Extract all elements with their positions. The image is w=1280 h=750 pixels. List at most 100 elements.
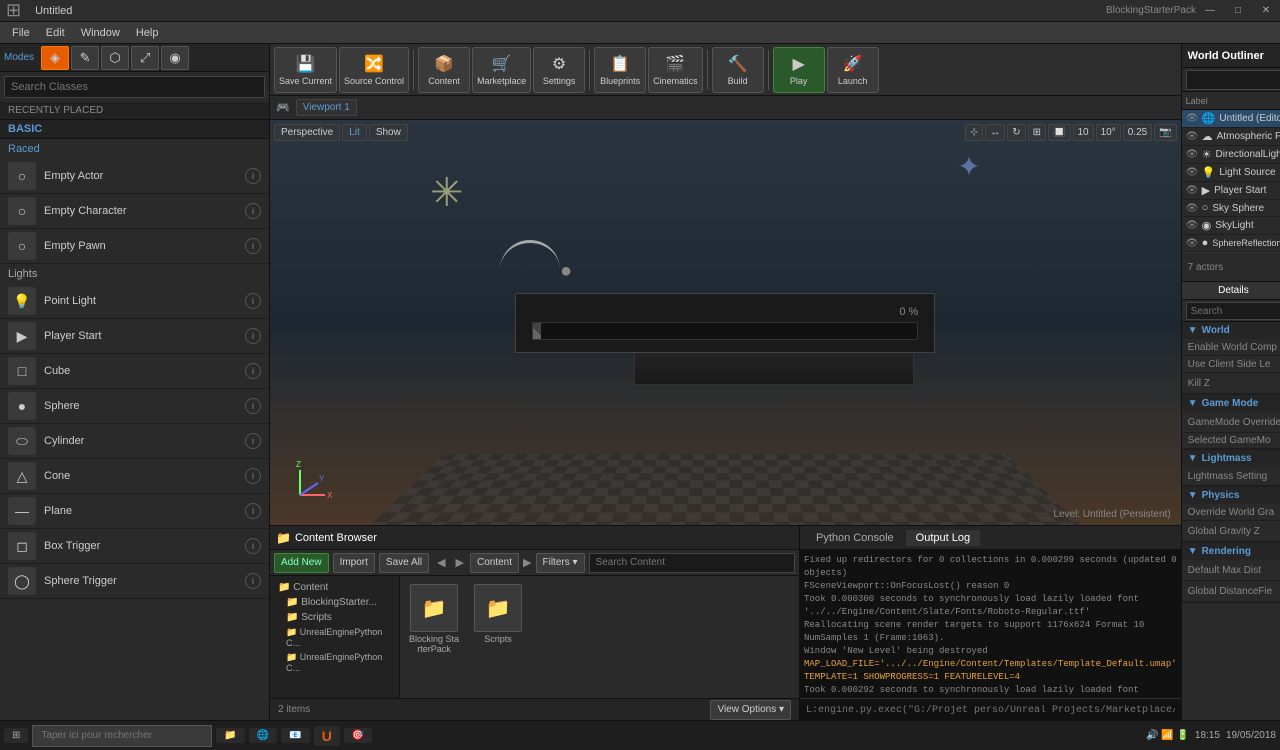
content-nav-button[interactable]: Content <box>470 553 519 573</box>
play-button[interactable]: ▶ Play <box>773 47 825 93</box>
lightmass-title[interactable]: ▼ Lightmass <box>1182 450 1280 467</box>
wo-item[interactable]: 👁 ◉ SkyLight SkyLight <box>1182 217 1280 235</box>
content-button[interactable]: 📦 Content <box>418 47 470 93</box>
cinematics-button[interactable]: 🎬 Cinematics <box>648 47 703 93</box>
tree-item-ue-py-1[interactable]: 📁 UnrealEnginePython C... <box>274 625 395 650</box>
list-item[interactable]: ○ Empty Character i <box>0 194 269 229</box>
item-info-btn[interactable]: i <box>245 433 261 449</box>
game-mode-title[interactable]: ▼ Game Mode <box>1182 395 1280 412</box>
nav-more[interactable]: ▶ <box>523 556 531 569</box>
vp-snap-btn[interactable]: 🔲 <box>1048 124 1070 141</box>
details-tab[interactable]: Details <box>1182 282 1280 299</box>
source-control-button[interactable]: 🔀 Source Control <box>339 47 409 93</box>
tree-item-blocking[interactable]: 📁 BlockingStarter... <box>274 595 395 610</box>
world-section-title[interactable]: ▼ World <box>1182 322 1280 339</box>
wo-item[interactable]: 👁 💡 Light Source <box>1182 164 1280 182</box>
mode-btn-paint[interactable]: ✎ <box>71 46 99 70</box>
item-info-btn[interactable]: i <box>245 168 261 184</box>
wo-item[interactable]: 👁 ○ Sky Sphere Edit BP_Sky_S... <box>1182 200 1280 217</box>
tree-item-content[interactable]: 📁 Content <box>274 580 395 595</box>
minimize-button[interactable]: — <box>1196 0 1224 22</box>
marketplace-button[interactable]: 🛒 Marketplace <box>472 47 531 93</box>
vp-rotate-btn[interactable]: ↻ <box>1007 124 1025 141</box>
item-info-btn[interactable]: i <box>245 503 261 519</box>
save-current-button[interactable]: 💾 Save Current <box>274 47 337 93</box>
item-info-btn[interactable]: i <box>245 363 261 379</box>
list-item[interactable]: △ Cone i <box>0 459 269 494</box>
python-console-tab[interactable]: Python Console <box>806 530 904 546</box>
vp-perspective-btn[interactable]: Perspective <box>274 124 340 141</box>
vp-select-btn[interactable]: ⊹ <box>965 124 983 141</box>
nav-back[interactable]: ◀ <box>433 556 449 569</box>
taskbar-item-explorer[interactable]: 📁 <box>216 728 244 743</box>
item-info-btn[interactable]: i <box>245 468 261 484</box>
list-item[interactable]: ○ Empty Pawn i <box>0 229 269 264</box>
item-info-btn[interactable]: i <box>245 328 261 344</box>
recently-placed-header[interactable]: Recently Placed <box>0 102 269 120</box>
launch-button[interactable]: 🚀 Launch <box>827 47 879 93</box>
list-item[interactable]: ● Sphere i <box>0 389 269 424</box>
view-options-button[interactable]: View Options ▾ <box>710 700 791 720</box>
list-item[interactable]: □ Cube i <box>0 354 269 389</box>
menu-edit[interactable]: Edit <box>38 25 73 41</box>
list-item[interactable]: ◯ Sphere Trigger i <box>0 564 269 599</box>
search-classes-input[interactable] <box>4 76 265 98</box>
maximize-button[interactable]: □ <box>1224 0 1252 22</box>
wo-search-input[interactable] <box>1186 70 1280 90</box>
vp-show-btn[interactable]: Show <box>369 124 408 141</box>
wo-item[interactable]: 👁 ☁ Atmospheric Fog AtmosphericFo... <box>1182 128 1280 146</box>
save-all-button[interactable]: Save All <box>379 553 429 573</box>
file-item[interactable]: 📁 Scripts <box>468 580 528 658</box>
viewport[interactable]: 🎮 Viewport 1 Perspective Lit Show ⊹ ↔ ↻ <box>270 96 1181 525</box>
log-content[interactable]: Fixed up redirectors for 0 collections i… <box>800 550 1181 698</box>
cb-search-input[interactable] <box>589 553 795 573</box>
mode-btn-place[interactable]: ◈ <box>41 46 69 70</box>
vp-scale-btn[interactable]: ⊞ <box>1028 124 1046 141</box>
blueprints-button[interactable]: 📋 Blueprints <box>594 47 646 93</box>
log-command-input[interactable] <box>800 699 1181 721</box>
tree-item-scripts[interactable]: 📁 Scripts <box>274 610 395 625</box>
wo-item[interactable]: 👁 ● SphereReflection... SphereReflectio.… <box>1182 235 1280 252</box>
vp-scale-grid[interactable]: 0.25 <box>1123 124 1152 141</box>
vp-move-btn[interactable]: ↔ <box>985 124 1005 141</box>
nav-forward[interactable]: ▶ <box>454 556 466 569</box>
list-item[interactable]: — Plane i <box>0 494 269 529</box>
item-info-btn[interactable]: i <box>245 398 261 414</box>
wo-item[interactable]: 👁 🌐 Untitled (Editor) World <box>1182 110 1280 128</box>
menu-window[interactable]: Window <box>73 25 128 41</box>
taskbar-item-blender[interactable]: 🎯 <box>344 728 372 743</box>
menu-help[interactable]: Help <box>128 25 167 41</box>
filters-button[interactable]: Filters ▾ <box>536 553 585 573</box>
import-button[interactable]: Import <box>333 553 375 573</box>
category-lights[interactable]: Lights <box>0 264 269 284</box>
list-item[interactable]: 💡 Point Light i <box>0 284 269 319</box>
basic-header[interactable]: Basic <box>0 120 269 139</box>
settings-button[interactable]: ⚙ Settings <box>533 47 585 93</box>
output-log-tab[interactable]: Output Log <box>906 530 980 546</box>
item-info-btn[interactable]: i <box>245 203 261 219</box>
taskbar-item-browser[interactable]: 🌐 <box>249 728 277 743</box>
item-info-btn[interactable]: i <box>245 573 261 589</box>
vp-cam-speed[interactable]: 📷 <box>1154 124 1176 141</box>
mode-btn-foliage[interactable]: ⤢ <box>131 46 159 70</box>
mode-btn-landscape[interactable]: ⬡ <box>101 46 129 70</box>
mode-btn-geometry[interactable]: ◉ <box>161 46 189 70</box>
build-button[interactable]: 🔨 Build <box>712 47 764 93</box>
physics-title[interactable]: ▼ Physics <box>1182 487 1280 504</box>
vp-rot-grid[interactable]: 10° <box>1096 124 1121 141</box>
list-item[interactable]: ○ Empty Actor i <box>0 159 269 194</box>
file-item[interactable]: 📁 Blocking StarterPack <box>404 580 464 658</box>
start-button[interactable]: ⊞ <box>4 728 28 743</box>
viewport-tab[interactable]: Viewport 1 <box>296 99 357 116</box>
add-new-button[interactable]: Add New <box>274 553 329 573</box>
list-item[interactable]: ◻ Box Trigger i <box>0 529 269 564</box>
details-search-input[interactable] <box>1186 302 1280 320</box>
item-info-btn[interactable]: i <box>245 238 261 254</box>
taskbar-item-unreal[interactable]: U <box>314 726 340 746</box>
taskbar-item-mail[interactable]: 📧 <box>281 728 309 743</box>
item-info-btn[interactable]: i <box>245 538 261 554</box>
wo-item[interactable]: 👁 ▶ Player Start <box>1182 182 1280 200</box>
list-item[interactable]: ▶ Player Start i <box>0 319 269 354</box>
taskbar-search[interactable] <box>32 725 212 747</box>
tree-item-ue-py-2[interactable]: 📁 UnrealEnginePython C... <box>274 650 395 675</box>
